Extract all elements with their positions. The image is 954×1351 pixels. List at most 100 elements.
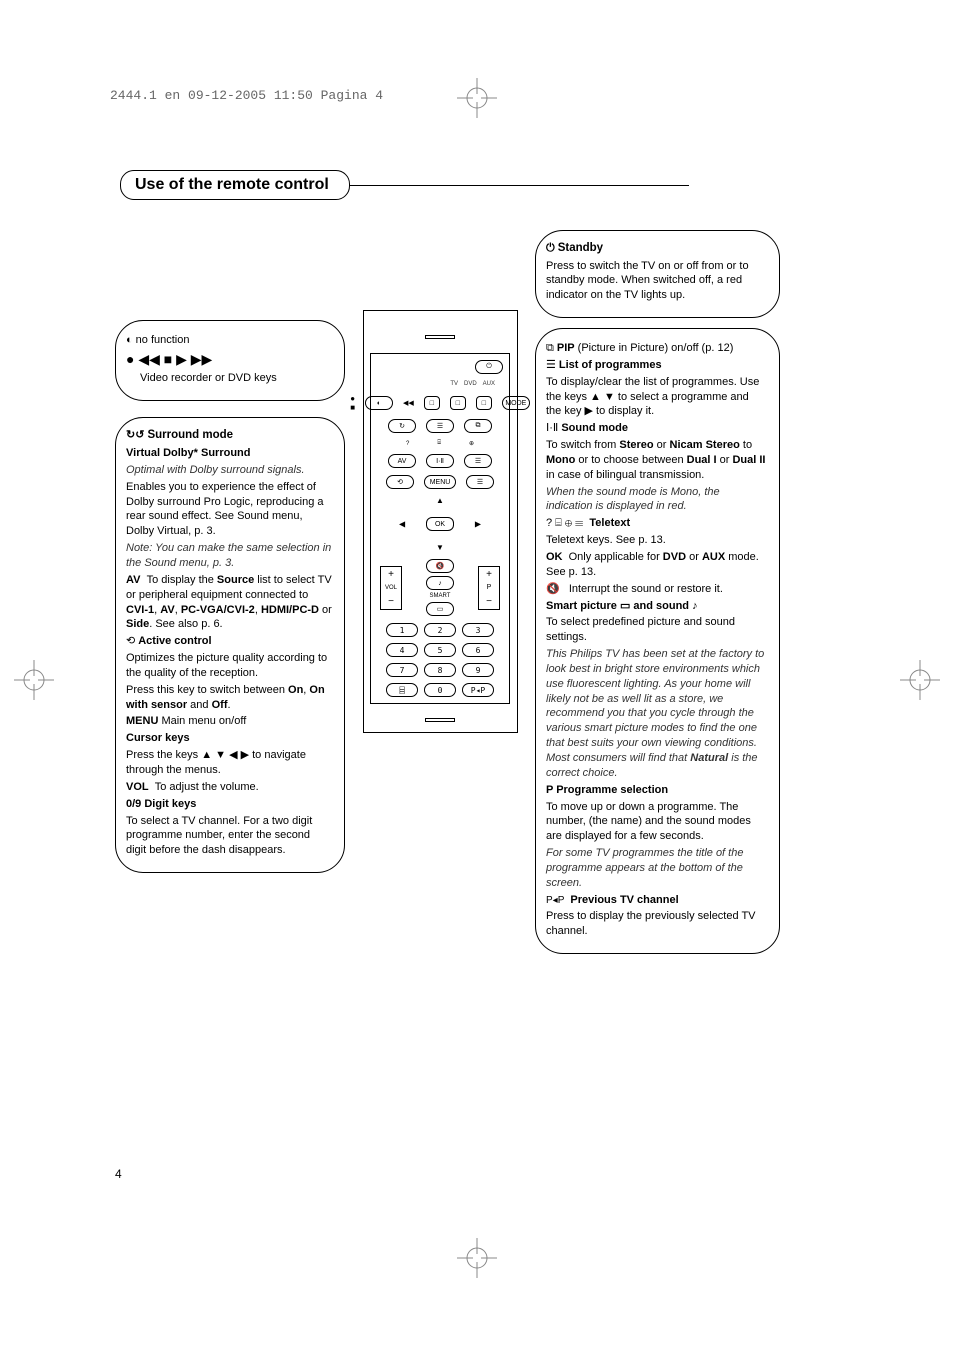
crop-mark-right xyxy=(900,660,940,703)
mode-key: MODE xyxy=(502,396,530,410)
vol-rocker: +VOL− xyxy=(380,566,402,610)
prev-body: Press to display the previously selected… xyxy=(546,909,767,939)
soundmode-heading: Sound mode xyxy=(561,422,628,434)
standby-body: Press to switch the TV on or off from or… xyxy=(546,259,767,304)
list-icon: ☰ xyxy=(546,359,556,371)
surround-note2: Note: You can make the same selection in… xyxy=(126,541,332,571)
clock-icon: ◐ xyxy=(126,334,133,346)
active-key: ⟲ xyxy=(386,475,414,489)
active-control-heading: Active control xyxy=(138,635,211,647)
crop-mark-top xyxy=(457,78,497,121)
surround-note1: Optimal with Dolby surround signals. xyxy=(126,463,332,478)
mute-body: Interrupt the sound or restore it. xyxy=(569,583,723,595)
pip-body: (Picture in Picture) on/off (p. 12) xyxy=(578,342,734,354)
nofunc-text: no function xyxy=(136,334,190,346)
digit-5: 5 xyxy=(424,643,456,657)
pip-key: ⧉ xyxy=(464,419,492,433)
digit-9: 9 xyxy=(462,663,494,677)
av-label: AV xyxy=(126,574,140,586)
clock-key: ◐ xyxy=(365,396,393,410)
av-body: To display the Source list to select TV … xyxy=(126,574,332,631)
left-column: ◐no function ● ◀◀ ■ ▶ ▶▶ Video recorder … xyxy=(115,320,345,954)
page-number: 4 xyxy=(115,1167,122,1181)
ok-key: OK xyxy=(426,517,454,531)
teletext2-key: ☰ xyxy=(466,475,494,489)
cursor-pad: ▲ ▼ ◀ ▶ OK xyxy=(395,496,485,552)
ok-heading: OK xyxy=(546,551,563,563)
vol-label: VOL xyxy=(126,781,149,793)
bubble-left-main: ↻↺Surround mode Virtual Dolby* Surround … xyxy=(115,417,345,873)
number-pad: 1 2 3 4 5 6 7 8 9 ⌸ 0 P◂P xyxy=(386,623,494,697)
smart-group: 🔇 ♪ SMART ▭ xyxy=(426,559,454,616)
surround-body: Enables you to experience the effect of … xyxy=(126,480,332,539)
standby-key: ⏻ xyxy=(475,360,503,374)
mute-key: 🔇 xyxy=(426,559,454,573)
prev-heading: Previous TV channel xyxy=(570,894,678,906)
prog-heading: P Programme selection xyxy=(546,783,767,798)
smart-heading: Smart picture ▭ and sound ♪ xyxy=(546,599,767,614)
list-heading: List of programmes xyxy=(559,359,662,371)
active-control-icon: ⟲ xyxy=(126,635,135,647)
virtual-dolby-heading: Virtual Dolby* Surround xyxy=(126,446,332,461)
bubble-nofunc-vcr: ◐no function ● ◀◀ ■ ▶ ▶▶ Video recorder … xyxy=(115,320,345,401)
menu-body: Main menu on/off xyxy=(161,715,246,727)
standby-icon: ⏻ xyxy=(546,242,555,254)
prev-icon: P◂P xyxy=(546,895,564,906)
surround-icon: ↻↺ xyxy=(126,429,144,441)
mute-icon: 🔇 xyxy=(546,583,560,595)
digit-3: 3 xyxy=(462,623,494,637)
pip-icon: ⧉ xyxy=(546,342,554,354)
teletext-heading: Teletext xyxy=(589,517,630,529)
soundmode-body: To switch from Stereo or Nicam Stereo to… xyxy=(546,438,767,483)
cursor-body: Press the keys ▲ ▼ ◀ ▶ to navigate throu… xyxy=(126,748,332,778)
prog-note: For some TV programmes the title of the … xyxy=(546,846,767,891)
digit-7: 7 xyxy=(386,663,418,677)
smart-body: To select predefined picture and sound s… xyxy=(546,615,767,645)
bubble-standby: ⏻Standby Press to switch the TV on or of… xyxy=(535,230,780,318)
soundmode-note: When the sound mode is Mono, the indicat… xyxy=(546,485,767,515)
list-body: To display/clear the list of programmes.… xyxy=(546,375,767,420)
ok-body: Only applicable for DVD or AUX mode. See… xyxy=(546,551,759,578)
play-key: □ xyxy=(450,396,466,410)
right-column: ⏻Standby Press to switch the TV on or of… xyxy=(535,230,780,954)
teletext-body: Teletext keys. See p. 13. xyxy=(546,533,767,548)
digit-2: 2 xyxy=(424,623,456,637)
bubble-right-main: ⧉PIP (Picture in Picture) on/off (p. 12)… xyxy=(535,328,780,954)
crop-mark-bottom xyxy=(457,1238,497,1281)
prev-channel-key: P◂P xyxy=(462,683,494,697)
smart-pic-key: ▭ xyxy=(426,602,454,616)
remote-inner: ⏻ TVDVDAUX ●■ ◐ ◀◀ □ □ □ MODE ↻ xyxy=(370,353,510,704)
menu-label: MENU xyxy=(126,715,158,727)
soundmode-key: Ⅰ·Ⅱ xyxy=(426,454,454,468)
digit-1: 1 xyxy=(386,623,418,637)
teletext-key: ☰ xyxy=(464,454,492,468)
digit-6: 6 xyxy=(462,643,494,657)
teletext-icons: ? ⌸ ⊕ ☰ xyxy=(546,517,583,529)
surround-key: ↻ xyxy=(388,419,416,433)
active-control-body2: Press this key to switch between On, On … xyxy=(126,683,332,713)
crop-mark-left xyxy=(14,660,54,703)
active-control-body: Optimizes the picture quality according … xyxy=(126,651,332,681)
center-column: ⏻ TVDVDAUX ●■ ◐ ◀◀ □ □ □ MODE ↻ xyxy=(355,310,525,954)
vol-body: To adjust the volume. xyxy=(155,781,259,793)
content-columns: ◐no function ● ◀◀ ■ ▶ ▶▶ Video recorder … xyxy=(115,230,835,954)
surround-heading: Surround mode xyxy=(147,429,233,441)
cursor-heading: Cursor keys xyxy=(126,731,332,746)
vcr-text: Video recorder or DVD keys xyxy=(140,371,332,386)
smart-note: This Philips TV has been set at the fact… xyxy=(546,647,767,781)
source-labels: TVDVDAUX xyxy=(385,381,495,387)
digits-heading: 0/9 Digit keys xyxy=(126,797,332,812)
digits-body: To select a TV channel. For a two digit … xyxy=(126,814,332,859)
standby-heading: Standby xyxy=(558,242,603,254)
stop-key: □ xyxy=(424,396,440,410)
remote-diagram: ⏻ TVDVDAUX ●■ ◐ ◀◀ □ □ □ MODE ↻ xyxy=(363,310,518,733)
digit-0: 0 xyxy=(424,683,456,697)
digit-4: 4 xyxy=(386,643,418,657)
print-header: 2444.1 en 09-12-2005 11:50 Pagina 4 xyxy=(110,88,383,103)
av-key: AV xyxy=(388,454,416,468)
aux-key: □ xyxy=(476,396,492,410)
list-key: ☰ xyxy=(426,419,454,433)
digit-8: 8 xyxy=(424,663,456,677)
soundmode-icon: Ⅰ·Ⅱ xyxy=(546,422,558,434)
vol-p-row: +VOL− 🔇 ♪ SMART ▭ +P− xyxy=(380,559,500,616)
